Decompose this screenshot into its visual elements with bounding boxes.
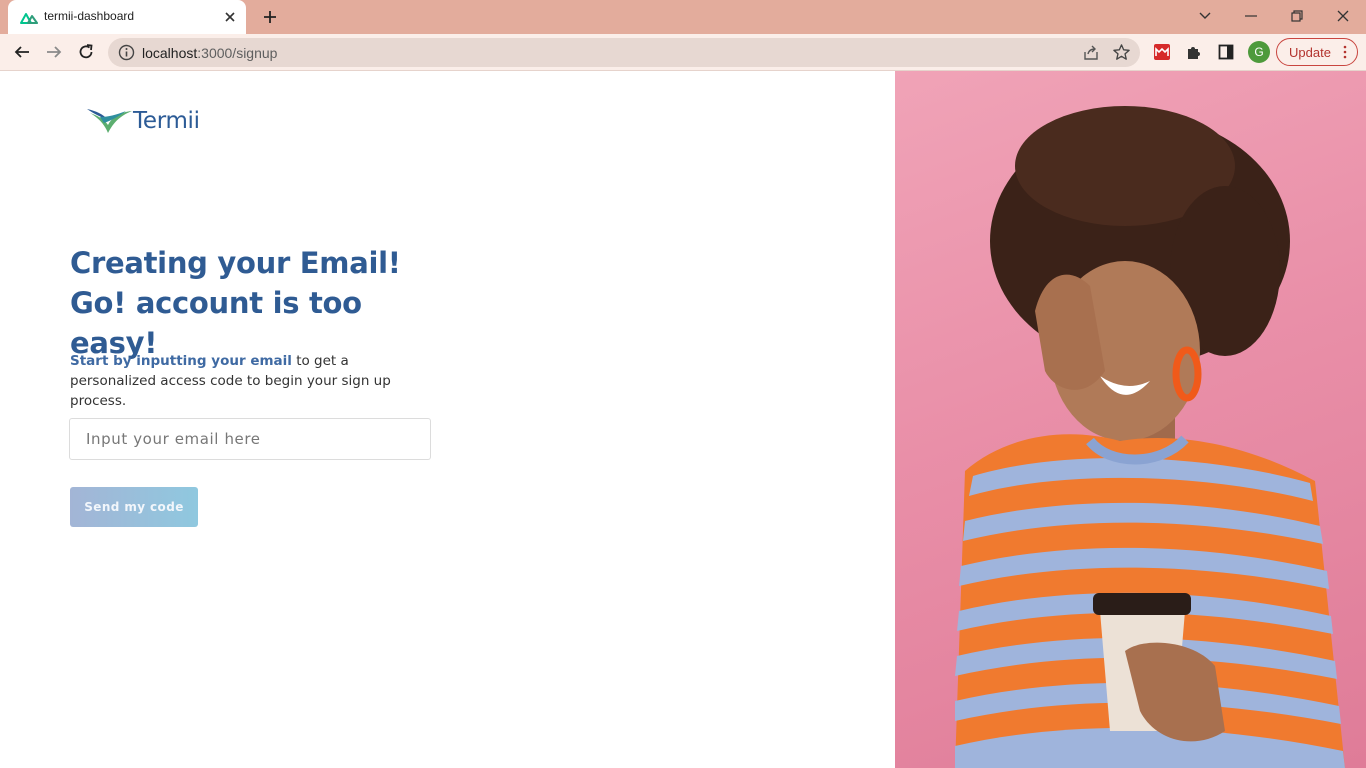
tab-termii-dashboard[interactable]: termii-dashboard (8, 0, 246, 34)
side-panel-icon[interactable] (1216, 42, 1236, 62)
signup-form-panel: Termii Creating your Email! Go! account … (0, 71, 895, 768)
bookmark-star-icon[interactable] (1112, 43, 1131, 62)
instructions-highlight: Start by inputting your email (70, 353, 292, 369)
url-text: localhost:3000/signup (142, 45, 277, 61)
restore-icon[interactable] (1277, 3, 1317, 29)
tab-search-chevron-icon[interactable] (1185, 3, 1225, 29)
reload-icon[interactable] (73, 39, 99, 65)
update-button[interactable]: Update (1276, 38, 1358, 66)
email-input[interactable] (69, 418, 431, 460)
laughing-woman-illustration (955, 106, 1345, 768)
termii-bird-logo-icon (87, 109, 132, 133)
minimize-icon[interactable] (1231, 3, 1271, 29)
tab-title: termii-dashboard (44, 9, 135, 23)
profile-avatar[interactable]: G (1248, 41, 1270, 63)
share-icon[interactable] (1082, 44, 1100, 62)
close-window-icon[interactable] (1323, 3, 1363, 29)
hero-photo (895, 71, 1366, 768)
url-host: localhost (142, 45, 198, 61)
new-tab-icon[interactable] (258, 5, 282, 29)
tab-strip: termii-dashboard (0, 0, 1366, 34)
instructions-text: Start by inputting your email to get a p… (70, 351, 430, 411)
address-bar[interactable]: localhost:3000/signup (108, 38, 1140, 67)
url-path: :3000/signup (197, 45, 278, 61)
kebab-menu-icon[interactable] (1343, 45, 1347, 59)
close-tab-icon[interactable] (220, 7, 240, 27)
extension-red-icon[interactable] (1152, 42, 1172, 62)
signup-page: Termii Creating your Email! Go! account … (0, 71, 1366, 768)
update-label: Update (1289, 44, 1331, 60)
termii-logo[interactable]: Termii (86, 104, 200, 138)
back-arrow-icon[interactable] (9, 39, 35, 65)
extensions-puzzle-icon[interactable] (1184, 42, 1204, 62)
site-info-icon[interactable] (118, 44, 135, 61)
page-headline: Creating your Email! Go! account is too … (70, 246, 401, 360)
send-code-button[interactable]: Send my code (70, 487, 198, 527)
forward-arrow-icon[interactable] (41, 39, 67, 65)
nuxt-favicon-icon (20, 13, 38, 24)
logo-text: Termii (133, 108, 200, 134)
